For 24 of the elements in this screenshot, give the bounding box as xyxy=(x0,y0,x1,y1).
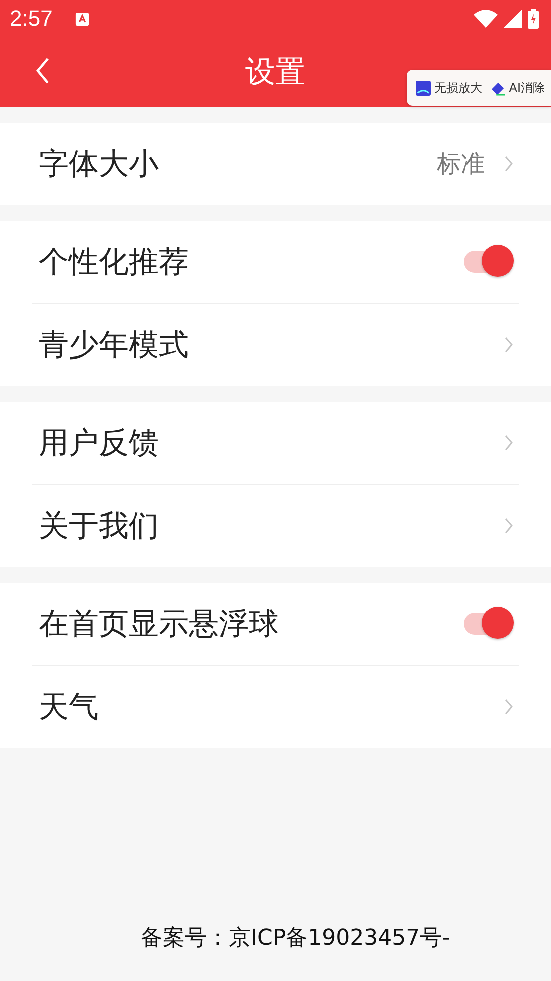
chevron-icon xyxy=(505,518,513,534)
notification-icon xyxy=(74,12,90,26)
back-icon[interactable] xyxy=(36,58,50,84)
battery-icon xyxy=(528,9,539,29)
status-time: 2:57 xyxy=(10,6,53,32)
page-title: 设置 xyxy=(246,54,306,92)
setting-label[interactable]: 在首页显示悬浮球 xyxy=(39,604,462,644)
chevron-icon xyxy=(505,337,513,353)
chevron-icon xyxy=(505,156,513,172)
setting-label[interactable]: 关于我们 xyxy=(39,506,505,546)
setting-label[interactable]: 字体大小 xyxy=(39,144,437,184)
setting-label[interactable]: 用户反馈 xyxy=(39,422,505,464)
setting-label[interactable]: 青少年模式 xyxy=(39,324,505,366)
setting-value: 标准 xyxy=(437,149,485,180)
eraser-icon xyxy=(491,80,506,96)
setting-label[interactable]: 个性化推荐 xyxy=(39,242,462,282)
chevron-icon xyxy=(505,435,513,451)
chevron-icon xyxy=(505,699,513,715)
setting-label[interactable]: 天气 xyxy=(39,686,505,728)
icp-number: 备案号：京ICP备19023457号- xyxy=(140,925,450,953)
wifi-icon xyxy=(474,9,498,29)
toolbar-item[interactable]: AI消除 xyxy=(509,80,545,96)
toolbar-item[interactable]: 无损放大 xyxy=(434,80,482,96)
signal-icon xyxy=(504,10,522,28)
